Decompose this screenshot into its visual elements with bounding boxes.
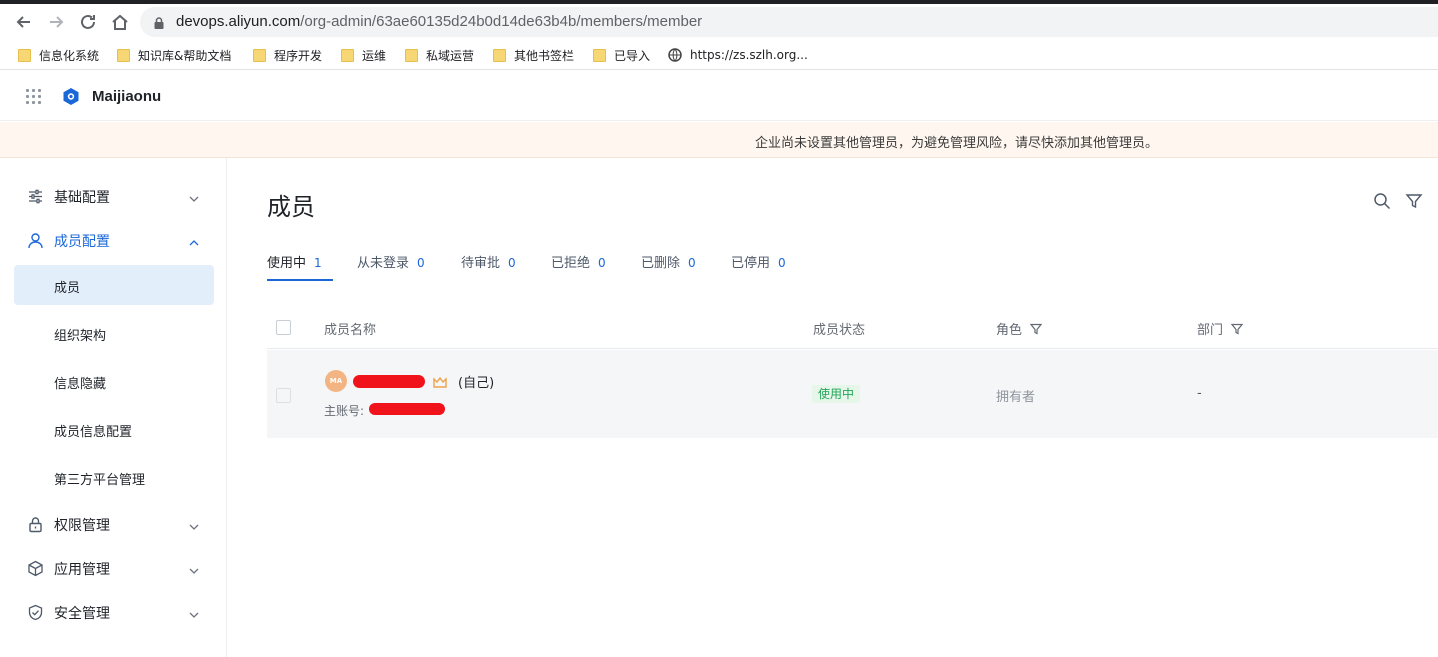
main-account-label: 主账号: xyxy=(324,404,365,418)
tab-disabled[interactable]: 已停用 0 xyxy=(731,252,786,282)
sliders-icon xyxy=(27,188,44,205)
role-value: 拥有者 xyxy=(996,390,1036,405)
url-text: devops.aliyun.com/org-admin/63ae60135d24… xyxy=(176,13,703,30)
filter-icon[interactable] xyxy=(1030,323,1043,335)
home-icon[interactable] xyxy=(110,12,130,32)
column-header-department[interactable]: 部门 xyxy=(1197,319,1244,338)
filter-icon[interactable] xyxy=(1231,323,1244,335)
app-header: Maijiaonu xyxy=(0,71,1438,121)
back-arrow-icon[interactable] xyxy=(14,12,34,32)
chevron-down-icon xyxy=(188,562,200,574)
self-tag: (自己) xyxy=(458,376,495,391)
org-name[interactable]: Maijiaonu xyxy=(92,88,161,105)
tab-active[interactable]: 使用中 1 xyxy=(267,252,333,282)
tab-never-logged-in[interactable]: 从未登录 0 xyxy=(357,252,425,282)
sidebar-group-permissions[interactable]: 权限管理 xyxy=(0,506,227,542)
hexagon-logo-icon xyxy=(62,87,80,106)
sidebar-item-members[interactable]: 成员 xyxy=(14,265,214,305)
folder-icon xyxy=(117,48,130,62)
table-row[interactable]: MA (自己) 主账号: 使用中 拥有者 - xyxy=(267,350,1438,438)
bookmark-folder[interactable]: 运维 xyxy=(341,46,386,64)
app-grid-icon[interactable] xyxy=(26,89,41,104)
notice-text: 企业尚未设置其他管理员，为避免管理风险，请尽快添加其他管理员。 xyxy=(755,136,1159,151)
chevron-down-icon xyxy=(188,190,200,202)
sidebar-item-third-party[interactable]: 第三方平台管理 xyxy=(14,457,214,497)
folder-icon xyxy=(18,48,31,62)
bookmark-folder[interactable]: 程序开发 xyxy=(253,46,322,64)
globe-icon xyxy=(668,48,682,62)
sidebar-group-apps[interactable]: 应用管理 xyxy=(0,550,227,586)
page-title: 成员 xyxy=(267,193,315,221)
forward-arrow-icon[interactable] xyxy=(46,12,66,32)
chevron-up-icon xyxy=(188,234,200,246)
tab-rejected[interactable]: 已拒绝 0 xyxy=(551,252,606,282)
filter-icon[interactable] xyxy=(1405,192,1423,210)
shield-icon xyxy=(27,604,44,621)
chevron-down-icon xyxy=(188,518,200,530)
bookmark-folder[interactable]: 已导入 xyxy=(593,46,650,64)
column-header-role[interactable]: 角色 xyxy=(996,319,1043,338)
sidebar-group-security[interactable]: 安全管理 xyxy=(0,594,227,630)
bookmarks-bar: 信息化系统 知识库&帮助文档 程序开发 运维 私域运营 其他书签栏 已导入 ht… xyxy=(0,40,1438,70)
column-header-name: 成员名称 xyxy=(324,323,377,338)
lock-icon xyxy=(27,516,44,533)
bookmark-folder[interactable]: 信息化系统 xyxy=(18,46,99,64)
chevron-down-icon xyxy=(188,606,200,618)
cube-icon xyxy=(27,560,44,577)
sidebar-item-org-structure[interactable]: 组织架构 xyxy=(14,313,214,353)
redacted-main-account xyxy=(369,403,445,415)
folder-icon xyxy=(405,48,418,62)
folder-icon xyxy=(493,48,506,62)
bookmark-folder[interactable]: 私域运营 xyxy=(405,46,474,64)
address-bar: devops.aliyun.com/org-admin/63ae60135d24… xyxy=(0,4,1438,40)
sidebar: 基础配置 成员配置 成员 组织架构 信息隐藏 成员信息配置 第三方平台管理 权限… xyxy=(0,158,227,657)
bookmark-link[interactable]: https://zs.szlh.org... xyxy=(668,46,808,64)
user-icon xyxy=(27,232,44,249)
status-badge: 使用中 xyxy=(812,385,861,403)
crown-icon xyxy=(433,374,447,388)
reload-icon[interactable] xyxy=(78,12,98,32)
column-header-status: 成员状态 xyxy=(813,323,866,338)
folder-icon xyxy=(341,48,354,62)
tab-pending[interactable]: 待审批 0 xyxy=(461,252,516,282)
table-header: 成员名称 成员状态 角色 部门 xyxy=(267,309,1438,349)
lock-icon xyxy=(152,15,166,29)
redacted-member-name xyxy=(353,375,425,388)
bookmark-folder[interactable]: 知识库&帮助文档 xyxy=(117,46,231,64)
tab-underline xyxy=(267,279,333,281)
sidebar-group-basic-config[interactable]: 基础配置 xyxy=(0,178,227,214)
tab-deleted[interactable]: 已删除 0 xyxy=(641,252,696,282)
sidebar-item-info-hiding[interactable]: 信息隐藏 xyxy=(14,361,214,401)
avatar: MA xyxy=(325,370,347,392)
sidebar-group-member-config[interactable]: 成员配置 xyxy=(0,222,227,258)
notice-banner: 企业尚未设置其他管理员，为避免管理风险，请尽快添加其他管理员。 xyxy=(0,122,1438,158)
search-icon[interactable] xyxy=(1373,192,1391,210)
department-value: - xyxy=(1197,386,1202,401)
select-all-checkbox[interactable] xyxy=(276,320,291,335)
folder-icon xyxy=(593,48,606,62)
sidebar-item-member-info-config[interactable]: 成员信息配置 xyxy=(14,409,214,449)
row-checkbox[interactable] xyxy=(276,388,291,403)
bookmark-folder[interactable]: 其他书签栏 xyxy=(493,46,574,64)
folder-icon xyxy=(253,48,266,62)
url-field[interactable]: devops.aliyun.com/org-admin/63ae60135d24… xyxy=(140,7,1438,37)
